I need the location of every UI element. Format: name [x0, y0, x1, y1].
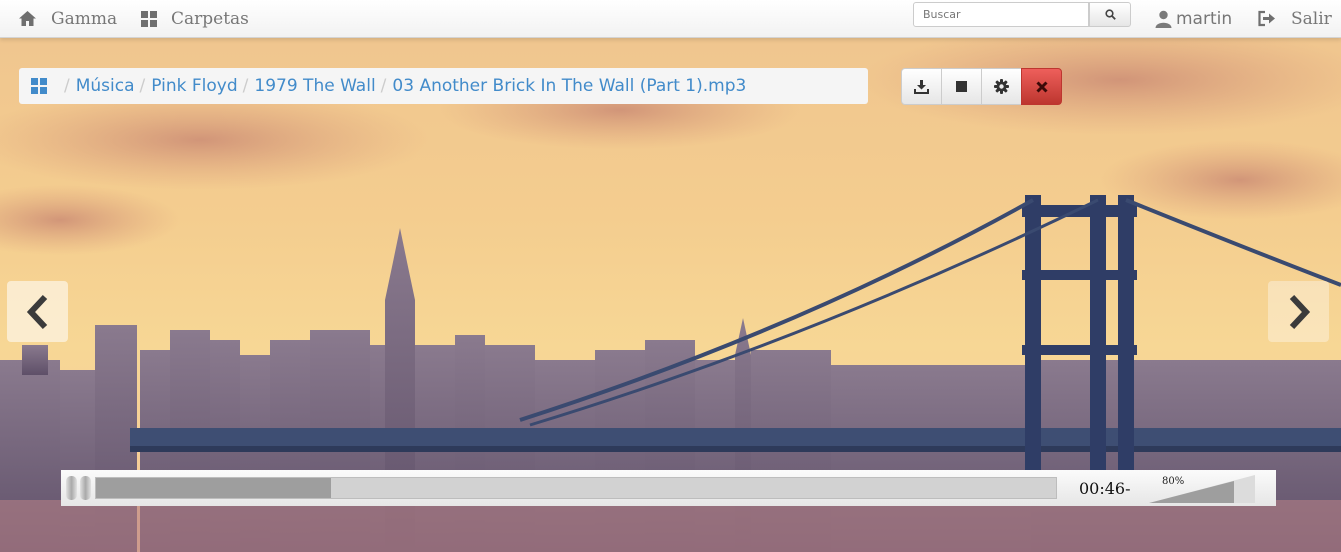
gear-icon [994, 79, 1009, 94]
nav-home-label: Gamma [51, 8, 118, 29]
breadcrumb-separator: / [242, 76, 249, 96]
seek-bar[interactable] [95, 477, 1057, 499]
breadcrumb-item-artist[interactable]: Pink Floyd [151, 76, 237, 96]
search-icon [1104, 9, 1116, 20]
breadcrumb-separator: / [139, 76, 146, 96]
home-icon [18, 10, 37, 27]
audio-player: 00:46- 80% [61, 470, 1276, 506]
close-button[interactable] [1021, 68, 1062, 105]
time-display: 00:46- [1079, 479, 1131, 498]
chevron-left-icon [26, 294, 47, 329]
breadcrumb: / Música / Pink Floyd / 1979 The Wall / … [19, 68, 868, 104]
seek-progress [96, 478, 331, 498]
breadcrumb-item-musica[interactable]: Música [76, 76, 135, 96]
search-input[interactable] [913, 2, 1089, 27]
download-button[interactable] [901, 68, 942, 105]
stop-icon [956, 81, 967, 92]
previous-button[interactable] [7, 281, 68, 342]
next-button[interactable] [1268, 281, 1329, 342]
settings-button[interactable] [981, 68, 1022, 105]
nav-user-link[interactable]: martin [1155, 0, 1232, 37]
play-pause-button[interactable] [66, 476, 94, 500]
logout-icon [1257, 10, 1276, 27]
stop-button[interactable] [941, 68, 982, 105]
nav-user-label: martin [1176, 8, 1233, 29]
nav-home-link[interactable]: Gamma [18, 0, 117, 37]
chevron-right-icon [1289, 294, 1310, 329]
nav-folders-link[interactable]: Carpetas [141, 0, 249, 37]
search-button[interactable] [1089, 2, 1131, 27]
nav-logout-link[interactable]: Salir [1257, 0, 1332, 37]
breadcrumb-item-album[interactable]: 1979 The Wall [254, 76, 375, 96]
download-icon [914, 80, 929, 94]
top-navbar: Gamma Carpetas martin Salir [0, 0, 1341, 38]
grid-icon[interactable] [31, 78, 47, 94]
nav-logout-label: Salir [1291, 8, 1332, 29]
nav-folders-label: Carpetas [171, 8, 249, 29]
breadcrumb-separator: / [380, 76, 387, 96]
breadcrumb-item-file[interactable]: 03 Another Brick In The Wall (Part 1).mp… [392, 76, 746, 96]
file-toolbar [901, 68, 1062, 105]
grid-icon [141, 10, 157, 27]
user-icon [1155, 10, 1172, 28]
volume-label: 80% [1162, 476, 1185, 487]
close-icon [1035, 80, 1048, 93]
breadcrumb-separator: / [64, 76, 70, 96]
